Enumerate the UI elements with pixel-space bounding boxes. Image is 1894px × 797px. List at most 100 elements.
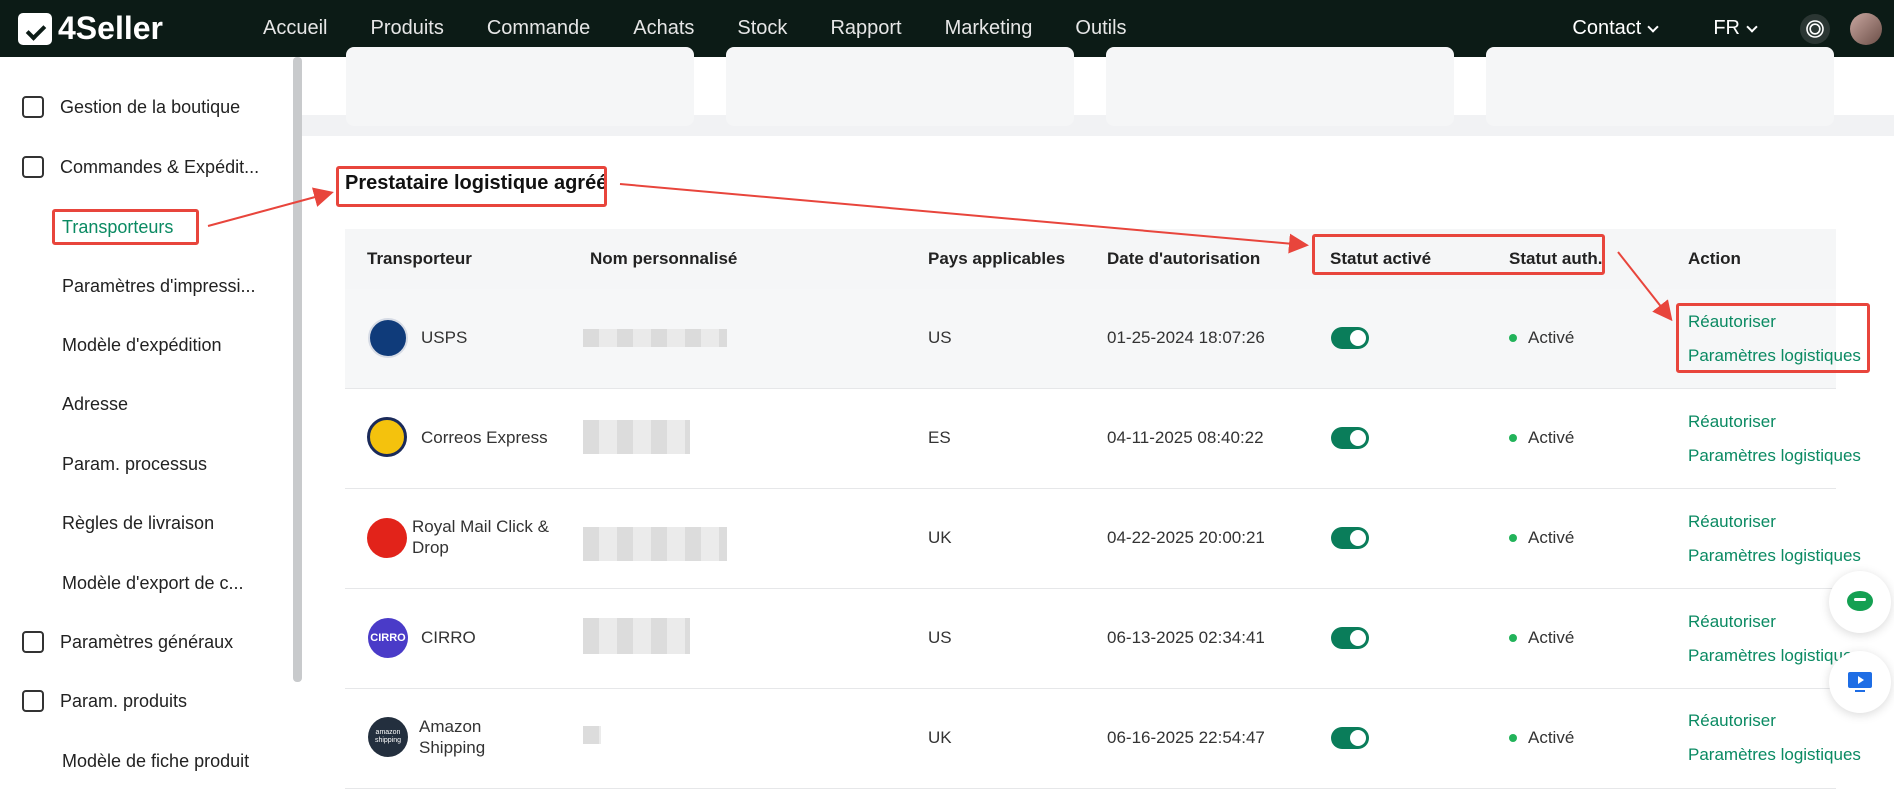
language-dropdown[interactable]: FR bbox=[1713, 17, 1758, 40]
reauthorize-link[interactable]: Réautoriser bbox=[1688, 612, 1776, 632]
logistics-settings-link[interactable]: Paramètres logistiques bbox=[1688, 745, 1861, 765]
sidebar-item-modele-expedition[interactable]: Modèle d'expédition bbox=[0, 325, 290, 365]
summary-card bbox=[1486, 47, 1834, 126]
sidebar-item-modele-export[interactable]: Modèle d'export de c... bbox=[0, 563, 290, 603]
logistics-settings-link[interactable]: Paramètres logistiques bbox=[1688, 446, 1861, 466]
cirro-logo: CIRRO bbox=[368, 618, 408, 658]
redacted-custom-name bbox=[583, 726, 601, 744]
redacted-custom-name bbox=[583, 618, 690, 654]
carrier-name-line2: Drop bbox=[412, 538, 449, 557]
summary-cards-strip bbox=[302, 47, 1894, 126]
enable-toggle[interactable] bbox=[1331, 627, 1369, 649]
redacted-custom-name bbox=[583, 329, 727, 347]
app-logo[interactable]: 4Seller bbox=[18, 10, 263, 47]
nav-marketing[interactable]: Marketing bbox=[945, 17, 1033, 40]
auth-status: Activé bbox=[1528, 328, 1575, 347]
sidebar-item-param-processus[interactable]: Param. processus bbox=[0, 444, 290, 484]
sidebar-scrollbar[interactable] bbox=[293, 57, 302, 682]
sidebar-item-gestion-boutique[interactable]: Gestion de la boutique bbox=[0, 87, 290, 127]
table-row[interactable] bbox=[345, 489, 1836, 589]
summary-card bbox=[1106, 47, 1454, 126]
nav-outils[interactable]: Outils bbox=[1075, 17, 1126, 40]
product-icon bbox=[22, 690, 44, 712]
logo-icon bbox=[18, 12, 52, 45]
column-header-pays: Pays applicables bbox=[928, 249, 1066, 268]
highlight-section-title bbox=[336, 166, 607, 207]
carrier-name: Amazon bbox=[419, 717, 482, 736]
chat-support-button[interactable] bbox=[1829, 571, 1891, 633]
auth-date: 06-16-2025 22:54:47 bbox=[1107, 728, 1265, 747]
sidebar-item-regles-livraison[interactable]: Règles de livraison bbox=[0, 503, 290, 543]
nav-produits[interactable]: Produits bbox=[370, 17, 443, 40]
screen-share-button[interactable] bbox=[1829, 651, 1891, 713]
column-header-action: Action bbox=[1688, 249, 1741, 268]
carrier-name: USPS bbox=[421, 328, 468, 347]
nav-stock[interactable]: Stock bbox=[737, 17, 787, 40]
status-dot bbox=[1509, 334, 1517, 342]
sidebar-item-parametres-generaux[interactable]: Paramètres généraux bbox=[0, 622, 290, 662]
sidebar-item-label: Paramètres généraux bbox=[60, 631, 234, 652]
column-header-nom: Nom personnalisé bbox=[590, 249, 738, 268]
nav-accueil[interactable]: Accueil bbox=[263, 17, 327, 40]
nav-commande[interactable]: Commande bbox=[487, 17, 590, 40]
carrier-name-line2: Shipping bbox=[419, 738, 486, 757]
country: US bbox=[928, 628, 952, 647]
table-row[interactable] bbox=[345, 389, 1836, 489]
main-nav: Accueil Produits Commande Achats Stock R… bbox=[263, 17, 1170, 40]
status-dot bbox=[1509, 434, 1517, 442]
amazon-shipping-logo: amazon shipping bbox=[368, 717, 408, 757]
logistics-settings-link[interactable]: Paramètres logistique bbox=[1688, 646, 1852, 666]
table-row[interactable] bbox=[345, 289, 1836, 389]
auth-status: Activé bbox=[1528, 428, 1575, 447]
highlight-actions bbox=[1676, 303, 1870, 373]
column-header-date: Date d'autorisation bbox=[1107, 249, 1261, 268]
enable-toggle[interactable] bbox=[1331, 427, 1369, 449]
sidebar-item-label: Commandes & Expédit... bbox=[60, 156, 260, 177]
redacted-custom-name bbox=[583, 420, 690, 454]
sidebar-item-commandes[interactable]: Commandes & Expédit... bbox=[0, 147, 290, 187]
country: UK bbox=[928, 728, 952, 747]
sidebar-item-label: Modèle de fiche produit bbox=[62, 750, 250, 771]
auth-date: 01-25-2024 18:07:26 bbox=[1107, 328, 1265, 347]
table-row[interactable] bbox=[345, 589, 1836, 689]
reauthorize-link[interactable]: Réautoriser bbox=[1688, 412, 1776, 432]
avatar[interactable] bbox=[1850, 12, 1882, 45]
redacted-custom-name bbox=[583, 527, 727, 561]
sidebar-item-label: Modèle d'export de c... bbox=[62, 572, 244, 593]
sidebar-item-label: Gestion de la boutique bbox=[60, 96, 241, 117]
table-row[interactable] bbox=[345, 689, 1836, 789]
auth-date: 06-13-2025 02:34:41 bbox=[1107, 628, 1265, 647]
enable-toggle[interactable] bbox=[1331, 327, 1369, 349]
nav-achats[interactable]: Achats bbox=[633, 17, 694, 40]
store-icon bbox=[22, 96, 44, 118]
sidebar-item-param-produits[interactable]: Param. produits bbox=[0, 681, 290, 721]
sidebar-item-label: Param. produits bbox=[60, 690, 188, 711]
summary-card bbox=[726, 47, 1074, 126]
reauthorize-link[interactable]: Réautoriser bbox=[1688, 711, 1776, 731]
chevron-down-icon bbox=[1746, 20, 1758, 33]
nav-rapport[interactable]: Rapport bbox=[830, 17, 901, 40]
country: ES bbox=[928, 428, 951, 447]
sidebar-item-adresse[interactable]: Adresse bbox=[0, 384, 290, 424]
sidebar-item-label: Paramètres d'impressi... bbox=[62, 275, 256, 296]
app-name: 4Seller bbox=[58, 10, 163, 46]
sidebar-item-label: Règles de livraison bbox=[62, 512, 215, 533]
auth-status: Activé bbox=[1528, 728, 1575, 747]
chevron-down-icon bbox=[1647, 20, 1659, 33]
sidebar-item-modele-fiche-produit[interactable]: Modèle de fiche produit bbox=[0, 741, 290, 781]
enable-toggle[interactable] bbox=[1331, 527, 1369, 549]
table-header bbox=[345, 229, 1836, 289]
logistics-settings-link[interactable]: Paramètres logistiques bbox=[1688, 546, 1861, 566]
auth-status: Activé bbox=[1528, 528, 1575, 547]
settings-list-icon bbox=[22, 631, 44, 653]
gear-icon bbox=[1809, 22, 1821, 35]
contact-dropdown[interactable]: Contact bbox=[1572, 17, 1659, 40]
settings-button[interactable] bbox=[1800, 13, 1830, 44]
sidebar-item-label: Adresse bbox=[62, 393, 129, 414]
reauthorize-link[interactable]: Réautoriser bbox=[1688, 512, 1776, 532]
column-header-transporteur: Transporteur bbox=[367, 249, 472, 268]
sidebar-item-label: Param. processus bbox=[62, 453, 208, 474]
enable-toggle[interactable] bbox=[1331, 727, 1369, 749]
sidebar-item-parametres-impression[interactable]: Paramètres d'impressi... bbox=[0, 266, 290, 306]
highlight-transporteurs bbox=[52, 209, 199, 245]
